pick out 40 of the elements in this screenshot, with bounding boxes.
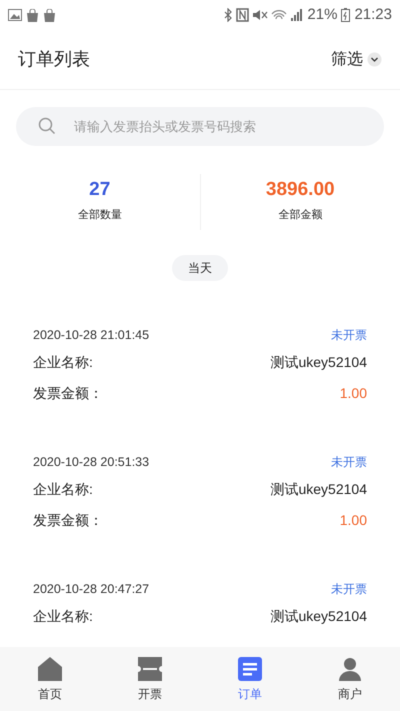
field-label: 企业名称: [33, 607, 93, 626]
field-label: 企业名称: [33, 480, 93, 499]
person-icon [336, 655, 364, 683]
tab-bar-item[interactable]: 商户 [300, 647, 400, 711]
order-status: 未开票 [331, 581, 367, 598]
company-name: 测试ukey52104 [270, 353, 367, 372]
stat-label: 全部数量 [78, 208, 122, 224]
ticket-icon [136, 655, 164, 683]
order-time: 2020-10-28 20:51:33 [33, 454, 150, 471]
home-icon [36, 655, 64, 683]
tab-bar-item[interactable]: 开票 [100, 647, 200, 711]
clock-time: 21:23 [354, 4, 392, 25]
stat-label: 全部金额 [278, 208, 322, 224]
stat-value: 3896.00 [266, 180, 335, 200]
invoice-amount: 1.00 [340, 511, 367, 530]
order-time: 2020-10-28 20:47:27 [33, 580, 150, 598]
list-icon [236, 655, 264, 683]
order-status: 未开票 [331, 454, 367, 471]
tab-bar-item[interactable]: 首页 [0, 647, 100, 711]
battery-icon [341, 8, 350, 22]
stat-value: 27 [89, 180, 110, 200]
order-status: 未开票 [331, 327, 367, 344]
field-label: 发票金额： [33, 511, 103, 530]
field-label: 发票金额： [33, 384, 103, 403]
tab-bar-item[interactable]: 订单 [200, 647, 300, 711]
page-title: 订单列表 [18, 48, 90, 71]
filter-button[interactable]: 筛选 [331, 48, 382, 72]
invoice-amount: 1.00 [340, 384, 367, 403]
field-label: 企业名称: [33, 353, 93, 372]
company-name: 测试ukey52104 [270, 607, 367, 626]
bag-icon [26, 8, 39, 22]
search-field[interactable]: 请输入发票抬头或发票号码搜索 [16, 107, 384, 146]
search-icon [38, 117, 56, 135]
order-time: 2020-10-28 21:01:45 [33, 326, 150, 344]
chevron-down-icon [367, 52, 382, 67]
date-filter-button[interactable]: 当天 [172, 255, 228, 281]
battery-percentage: 21% [307, 4, 338, 25]
bag-icon [43, 8, 56, 22]
company-name: 测试ukey52104 [270, 480, 367, 499]
image-icon [8, 9, 22, 21]
